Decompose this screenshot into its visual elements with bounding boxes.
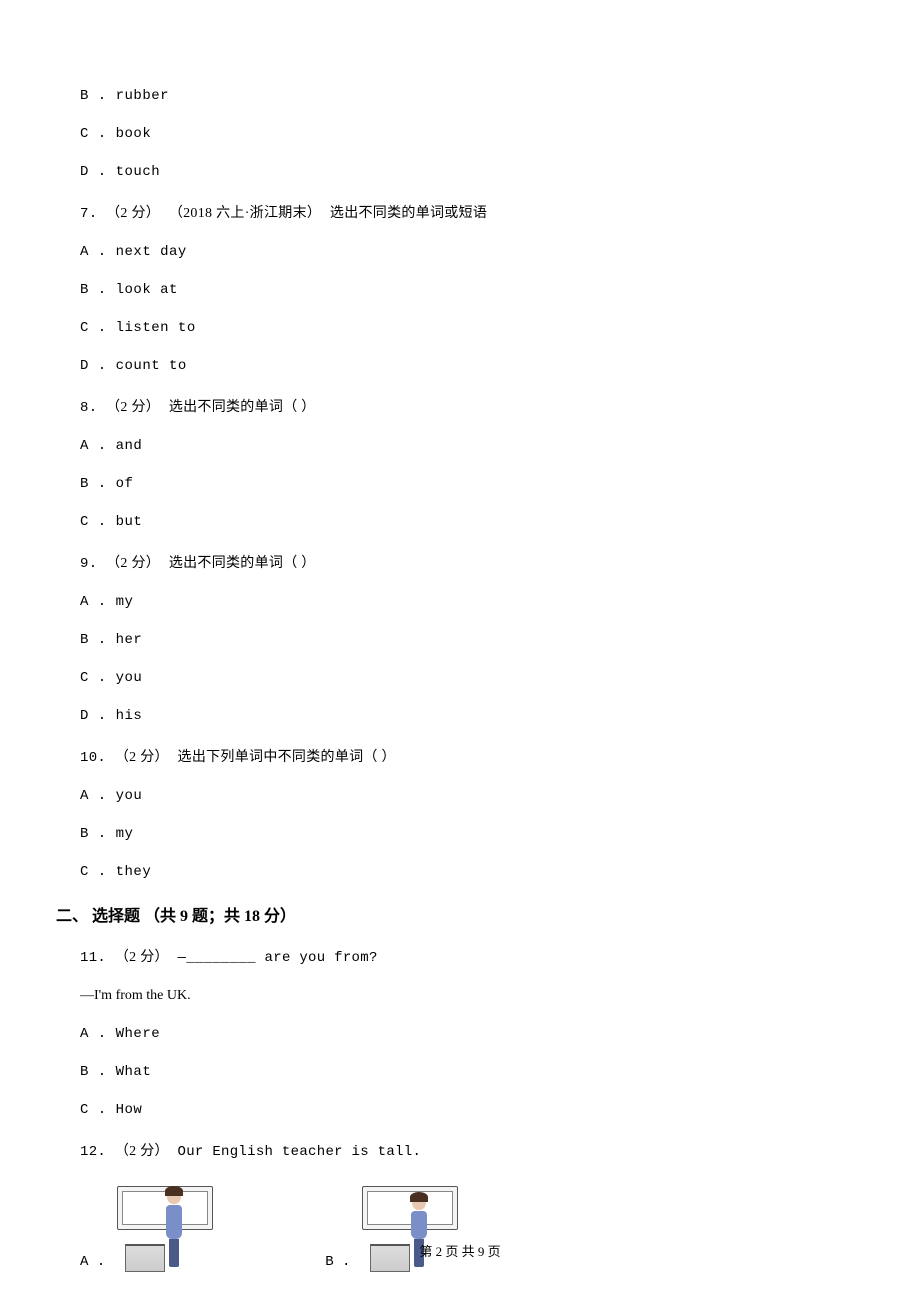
option-item: C . listen to xyxy=(80,320,840,336)
question-7: 7. （2 分） （2018 六上·浙江期末） 选出不同类的单词或短语 xyxy=(80,202,840,222)
option-item: D . touch xyxy=(80,164,840,180)
option-item: D . count to xyxy=(80,358,840,374)
option-item: B . my xyxy=(80,826,840,842)
option-item: B . rubber xyxy=(80,88,840,104)
option-item: D . his xyxy=(80,708,840,724)
option-item: C . How xyxy=(80,1102,840,1118)
question-8: 8. （2 分） 选出不同类的单词（ ） xyxy=(80,396,840,416)
question-10: 10. （2 分） 选出下列单词中不同类的单词（ ） xyxy=(80,746,840,766)
page-content: B . rubber C . book D . touch 7. （2 分） （… xyxy=(0,0,920,1272)
page-footer: 第 2 页 共 9 页 xyxy=(0,1241,920,1260)
option-item: C . book xyxy=(80,126,840,142)
option-item: B . her xyxy=(80,632,840,648)
option-item: A . Where xyxy=(80,1026,840,1042)
option-item: A . next day xyxy=(80,244,840,260)
section-2-heading: 二、 选择题 （共 9 题；共 18 分） xyxy=(56,902,840,926)
option-item: B . What xyxy=(80,1064,840,1080)
question-11-answer: —I'm from the UK. xyxy=(80,988,840,1004)
option-item: A . and xyxy=(80,438,840,454)
option-item: C . you xyxy=(80,670,840,686)
option-item: A . my xyxy=(80,594,840,610)
question-12: 12. （2 分） Our English teacher is tall. xyxy=(80,1140,840,1160)
question-11: 11. （2 分） —________ are you from? xyxy=(80,946,840,966)
option-item: C . they xyxy=(80,864,840,880)
option-item: A . you xyxy=(80,788,840,804)
option-item: C . but xyxy=(80,514,840,530)
option-item: B . of xyxy=(80,476,840,492)
option-item: B . look at xyxy=(80,282,840,298)
question-9: 9. （2 分） 选出不同类的单词（ ） xyxy=(80,552,840,572)
